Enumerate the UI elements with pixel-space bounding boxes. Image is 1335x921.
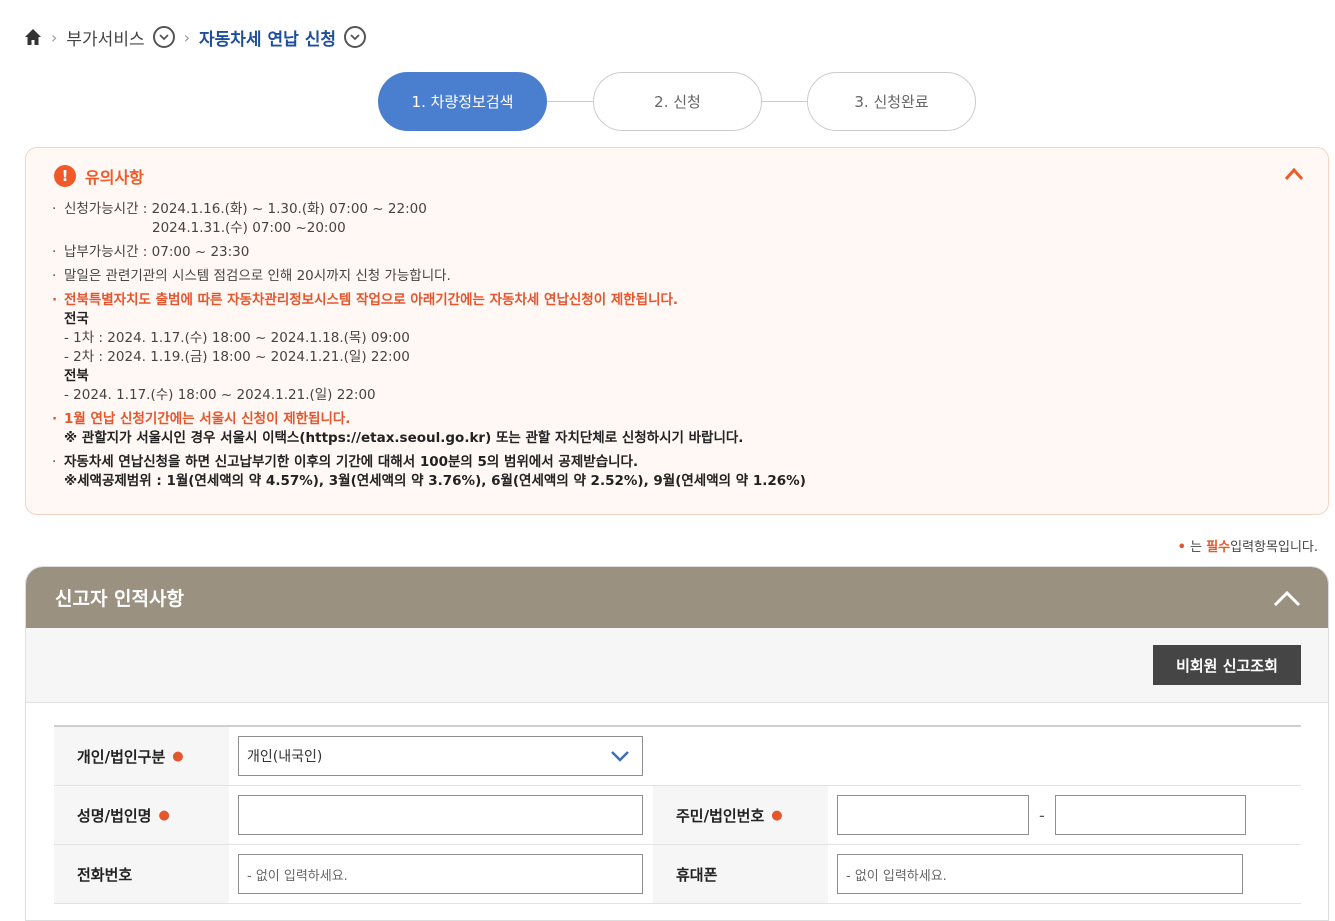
panel-title: 신고자 인적사항 (55, 588, 184, 610)
form-label: 주민/법인번호 ● (653, 786, 828, 844)
step-2: 2. 신청 (593, 72, 762, 131)
notice-item: ※세액공제범위 : 1월(연세액의 약 4.57%), 3월(연세액의 약 3.… (52, 472, 1292, 491)
notice-body: · 신청가능시간 : 2024.1.16.(화) ~ 1.30.(화) 07:00… (52, 200, 1292, 491)
form-cell: - 없이 입력하세요. (828, 845, 1301, 903)
panel-header: 신고자 인적사항 (26, 567, 1328, 628)
chevron-up-icon[interactable] (1272, 587, 1302, 609)
notice-text: ※세액공제범위 : 1월(연세액의 약 4.57%), 3월(연세액의 약 3.… (64, 473, 806, 489)
step-1: 1. 차량정보검색 (378, 72, 547, 131)
required-dot: ● (172, 748, 184, 764)
notice-box: ! 유의사항 · 신청가능시간 : 2024.1.16.(화) ~ 1.30.(화… (25, 147, 1329, 515)
notice-text: - 2차 : 2024. 1.19.(금) 18:00 ~ 2024.1.21.… (64, 349, 410, 365)
notice-item: · 자동차세 연납신청을 하면 신고납부기한 이후의 기간에 대해서 100분의 … (52, 454, 639, 470)
notice-item: ※ 관할지가 서울시인 경우 서울시 이택스(https://etax.seou… (52, 429, 1292, 448)
notice-text: 신청가능시간 : 2024.1.16.(화) ~ 1.30.(화) 07:00 … (64, 201, 427, 217)
chevron-up-icon[interactable] (1284, 166, 1304, 182)
mobile-label: 휴대폰 (676, 865, 718, 884)
chevron-right-icon: › (51, 27, 58, 47)
notice-item: - 2024. 1.17.(수) 18:00 ~ 2024.1.21.(일) 2… (52, 386, 1292, 405)
form-cell (229, 786, 653, 844)
id-number-front-input[interactable] (837, 795, 1029, 835)
notice-item: · 납부가능시간 : 07:00 ~ 23:30 (52, 244, 250, 260)
notice-text: 자동차세 연납신청을 하면 신고납부기한 이후의 기간에 대해서 100분의 5… (64, 454, 639, 470)
required-word: 필수 (1206, 540, 1231, 555)
mobile-input[interactable]: - 없이 입력하세요. (837, 854, 1243, 894)
notice-text: 납부가능시간 : 07:00 ~ 23:30 (64, 244, 250, 260)
breadcrumb-item-current[interactable]: 자동차세 연납 신청 (199, 25, 336, 50)
id-label: 주민/법인번호 (676, 806, 765, 825)
notice-item: · 1월 연납 신청기간에는 서울시 신청이 제한됩니다. (52, 411, 351, 427)
breadcrumb: › 부가서비스 › 자동차세 연납 신청 (24, 24, 366, 50)
breadcrumb-item-services[interactable]: 부가서비스 (66, 25, 144, 50)
step-3: 3. 신청완료 (807, 72, 976, 131)
notice-text: 말일은 관련기관의 시스템 점검으로 인해 20시까지 신청 가능합니다. (64, 268, 451, 284)
notice-text: ※ 관할지가 서울시인 경우 서울시 이택스(https://etax.seou… (64, 430, 744, 446)
notice-item: 2024.1.31.(수) 07:00 ~20:00 (52, 219, 1292, 238)
phone-label: 전화번호 (77, 865, 133, 884)
step-connector (546, 101, 594, 102)
step-connector (761, 101, 809, 102)
notice-item: · 말일은 관련기관의 시스템 점검으로 인해 20시까지 신청 가능합니다. (52, 268, 451, 284)
notice-item: - 2차 : 2024. 1.19.(금) 18:00 ~ 2024.1.21.… (52, 348, 1292, 367)
name-input[interactable] (238, 795, 643, 835)
required-note-text: 입력항목입니다. (1230, 540, 1318, 555)
notice-text: - 2024. 1.17.(수) 18:00 ~ 2024.1.21.(일) 2… (64, 387, 376, 403)
reporter-info-panel: 신고자 인적사항 비회원 신고조회 개인/법인구분 ● 개인(내국인) 성명/법인… (25, 566, 1329, 921)
notice-text: - 1차 : 2024. 1.17.(수) 18:00 ~ 2024.1.18.… (64, 330, 410, 346)
notice-item: · 신청가능시간 : 2024.1.16.(화) ~ 1.30.(화) 07:00… (52, 201, 427, 217)
notice-item: - 1차 : 2024. 1.17.(수) 18:00 ~ 2024.1.18.… (52, 329, 1292, 348)
alert-icon: ! (54, 165, 76, 187)
form-row: 개인/법인구분 ● 개인(내국인) (54, 727, 1301, 786)
home-icon[interactable] (24, 28, 42, 46)
id-number-back-input[interactable] (1054, 795, 1246, 835)
notice-item: 전북 (52, 367, 1292, 386)
form-cell: - (828, 786, 1301, 844)
form-row: 전화번호 - 없이 입력하세요. 휴대폰 - 없이 입력하세요. (54, 845, 1301, 904)
required-dot: • (1177, 540, 1186, 555)
name-label: 성명/법인명 (77, 806, 152, 825)
notice-header: ! 유의사항 (54, 164, 144, 188)
form-cell: 개인(내국인) (229, 727, 1301, 785)
required-dot: ● (158, 807, 170, 823)
notice-text: 1월 연납 신청기간에는 서울시 신청이 제한됩니다. (64, 411, 351, 427)
panel-toolbar: 비회원 신고조회 (26, 628, 1328, 703)
form-label: 개인/법인구분 ● (54, 727, 229, 785)
notice-text: 전북 (64, 368, 89, 384)
phone-input[interactable]: - 없이 입력하세요. (238, 854, 643, 894)
form-row: 성명/법인명 ● 주민/법인번호 ● - (54, 786, 1301, 845)
id-dash: - (1039, 805, 1045, 825)
form-label: 전화번호 (54, 845, 229, 903)
notice-title: 유의사항 (85, 168, 144, 187)
required-dot: ● (771, 807, 783, 823)
person-type-select[interactable]: 개인(내국인) (238, 736, 643, 776)
chevron-down-icon (611, 751, 629, 762)
chevron-down-icon[interactable] (343, 26, 366, 48)
chevron-down-icon[interactable] (152, 26, 175, 48)
notice-text: 전국 (64, 311, 89, 327)
notice-text: 전북특별자치도 출범에 따른 자동차관리정보시스템 작업으로 아래기간에는 자동… (64, 292, 679, 308)
required-note-text: 는 (1190, 540, 1203, 555)
person-type-value: 개인(내국인) (247, 749, 323, 765)
form-label: 성명/법인명 ● (54, 786, 229, 844)
form-label: 휴대폰 (653, 845, 828, 903)
type-label: 개인/법인구분 (77, 747, 166, 766)
notice-text: 2024.1.31.(수) 07:00 ~20:00 (152, 220, 346, 236)
progress-steps: 1. 차량정보검색 2. 신청 3. 신청완료 (378, 72, 976, 131)
form-cell: - 없이 입력하세요. (229, 845, 653, 903)
required-note: • 는 필수입력항목입니다. (1178, 536, 1318, 555)
chevron-right-icon: › (183, 27, 191, 47)
non-member-lookup-button[interactable]: 비회원 신고조회 (1153, 645, 1301, 685)
notice-item: · 전북특별자치도 출범에 따른 자동차관리정보시스템 작업으로 아래기간에는 자… (52, 292, 679, 308)
notice-item: 전국 (52, 310, 1292, 329)
reporter-form: 개인/법인구분 ● 개인(내국인) 성명/법인명 ● 주민/법인번호 ● - 전화번호 (54, 725, 1301, 904)
